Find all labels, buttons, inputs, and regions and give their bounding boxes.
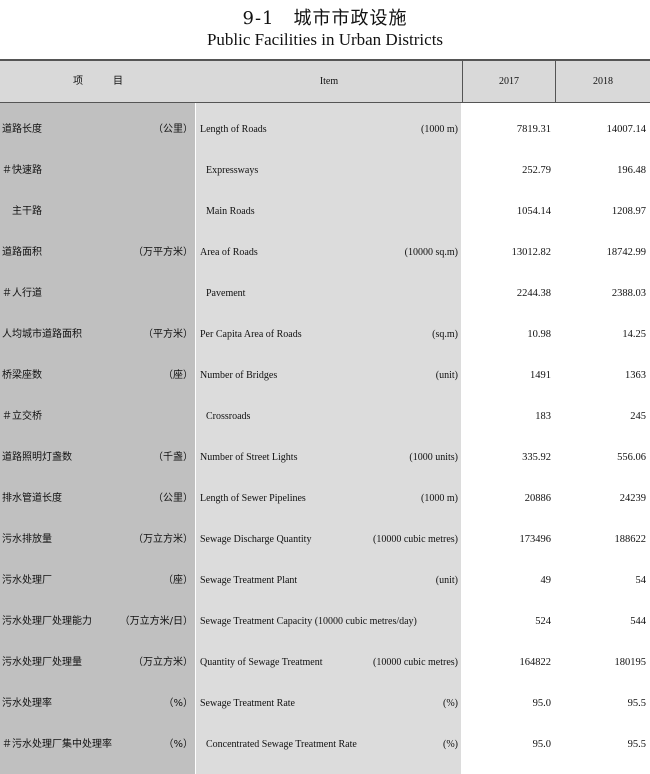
row-unit-en (340, 150, 458, 191)
row-unit-en: (%) (443, 739, 458, 750)
table-row: 排水管道长度 （公里） Length of Sewer Pipelines (1000… (0, 478, 650, 519)
row-value-2017: 1054.14 (516, 206, 551, 217)
table-row: 道路照明灯盏数 （千盏） Number of Street Lights (1000 … (0, 437, 650, 478)
row-unit-en: (unit) (435, 575, 458, 586)
row-unit-en: (1000 m) (421, 493, 458, 504)
row-value-2018: 95.5 (627, 739, 646, 750)
row-unit-en: (1000 units) (409, 452, 458, 463)
row-unit-en: (10000 cubic metres) (373, 534, 458, 545)
row-value-2017: 95.0 (532, 698, 551, 709)
row-unit-cn: （万立方米/日） (119, 616, 193, 627)
row-unit-cn: （%） (163, 698, 193, 709)
row-unit-cn: （%） (163, 739, 193, 750)
row-value-2017: 95.0 (532, 739, 551, 750)
row-unit-en (340, 273, 458, 314)
row-unit-cn: （平方米） (143, 329, 193, 340)
row-unit-cn: （万平方米） (133, 247, 193, 258)
row-value-2018: 24239 (619, 493, 646, 504)
row-unit-cn: （公里） (153, 493, 193, 504)
row-value-2018: 1208.97 (611, 206, 646, 217)
table-row: 道路长度 （公里） Length of Roads (1000 m) 7819.31 14… (0, 109, 650, 150)
row-value-2017: 7819.31 (516, 124, 551, 135)
row-value-2018: 54 (635, 575, 647, 586)
row-unit-en: (10000 cubic metres) (373, 657, 458, 668)
table-row: 污水处理率 （%） Sewage Treatment Rate (%) 95.0 95.5 (0, 683, 650, 724)
row-value-2017: 524 (535, 616, 551, 627)
row-value-2018: 180195 (614, 657, 647, 668)
row-value-2017: 335.92 (522, 452, 551, 463)
header-item-cn: 项 目 (73, 76, 123, 87)
row-value-2018: 18742.99 (606, 247, 646, 258)
row-unit-en (340, 191, 458, 232)
row-value-2017: 1491 (530, 370, 551, 381)
row-value-2018: 14.25 (622, 329, 646, 340)
row-value-2017: 252.79 (522, 165, 551, 176)
table-header: 项 目 Item 2017 2018 (0, 59, 650, 103)
row-unit-cn: （千盏） (153, 452, 193, 463)
row-value-2017: 13012.82 (511, 247, 551, 258)
row-unit-cn: （座） (163, 370, 193, 381)
row-value-2018: 556.06 (617, 452, 646, 463)
row-unit-cn (100, 273, 193, 314)
row-unit-en: (1000 m) (421, 124, 458, 135)
row-unit-en: (unit) (435, 370, 458, 381)
row-value-2018: 1363 (625, 370, 646, 381)
table-row: 污水排放量 （万立方米） Sewage Discharge Quantity (100… (0, 519, 650, 560)
table-row: ＃立交桥 Crossroads 183 245 (0, 396, 650, 437)
page-title-chinese: 9-1 城市市政设施 (242, 8, 408, 29)
row-value-2018: 196.48 (617, 165, 646, 176)
header-item-en: Item (319, 76, 339, 87)
row-value-2018: 95.5 (627, 698, 646, 709)
row-value-2017: 10.98 (527, 329, 551, 340)
table-row: ＃人行道 Pavement 2244.38 2388.03 (0, 273, 650, 314)
row-unit-cn (100, 396, 193, 437)
row-value-2017: 49 (540, 575, 552, 586)
table-row: 人均城市道路面积 （平方米） Per Capita Area of Roads (sq… (0, 314, 650, 355)
row-unit-cn (100, 150, 193, 191)
row-value-2018: 544 (630, 616, 646, 627)
table-row: 桥梁座数 （座） Number of Bridges (unit) 1491 1363 (0, 355, 650, 396)
row-unit-en (340, 601, 458, 642)
row-unit-cn: （万立方米） (133, 657, 193, 668)
row-value-2017: 164822 (519, 657, 552, 668)
row-value-2017: 20886 (524, 493, 551, 504)
facilities-table: 项 目 Item 2017 2018 道路长度 （公里） Length of Roa… (0, 59, 650, 774)
table-row: 污水处理厂处理量 （万立方米） Quantity of Sewage Treatme… (0, 642, 650, 683)
row-value-2018: 14007.14 (606, 124, 646, 135)
table-row: ＃快速路 Expressways 252.79 196.48 (0, 150, 650, 191)
table-row: 污水处理厂 （座） Sewage Treatment Plant (unit) 49 54 (0, 560, 650, 601)
row-unit-en: (10000 sq.m) (404, 247, 458, 258)
row-unit-en (340, 396, 458, 437)
row-value-2017: 2244.38 (516, 288, 551, 299)
row-unit-cn: （座） (163, 575, 193, 586)
header-year-2018: 2018 (593, 76, 613, 87)
table-row: 道路面积 （万平方米） Area of Roads (10000 sq.m) 13012… (0, 232, 650, 273)
row-unit-cn: （公里） (153, 124, 193, 135)
row-unit-cn: （万立方米） (133, 534, 193, 545)
row-unit-en: (sq.m) (432, 329, 458, 340)
table-row: ＃污水处理厂集中处理率 （%） Concentrated Sewage Treatm… (0, 724, 650, 765)
row-value-2018: 245 (630, 411, 646, 422)
table-row: 污水处理厂处理能力 （万立方米/日） Sewage Treatment Capaci… (0, 601, 650, 642)
page-title-english: Public Facilities in Urban Districts (206, 30, 444, 49)
row-value-2018: 2388.03 (611, 288, 646, 299)
row-value-2017: 183 (535, 411, 551, 422)
row-unit-en: (%) (443, 698, 458, 709)
row-unit-cn (100, 191, 193, 232)
row-value-2017: 173496 (519, 534, 552, 545)
header-year-2017: 2017 (499, 76, 519, 87)
table-row: 主干路 Main Roads 1054.14 1208.97 (0, 191, 650, 232)
row-value-2018: 188622 (614, 534, 647, 545)
